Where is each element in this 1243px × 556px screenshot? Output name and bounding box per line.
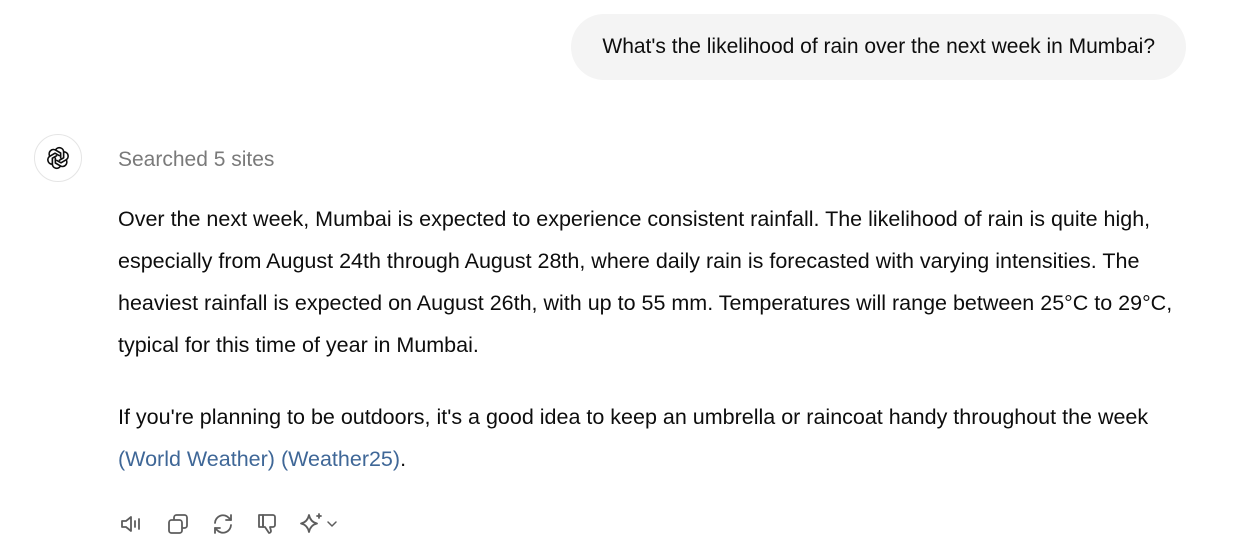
citation-link-weather25[interactable]: Weather25 xyxy=(288,447,393,471)
citation-close-paren: ) xyxy=(392,447,401,471)
openai-logo-icon xyxy=(45,145,71,171)
answer-paragraph-2: If you're planning to be outdoors, it's … xyxy=(118,396,1208,480)
user-message-text: What's the likelihood of rain over the n… xyxy=(602,35,1155,58)
copy-icon xyxy=(166,512,190,536)
search-status-text: Searched 5 sites xyxy=(118,148,275,171)
sparkle-model-icon xyxy=(297,511,343,537)
search-status-toggle[interactable]: Searched 5 sites xyxy=(118,146,274,174)
answer-paragraph-1: Over the next week, Mumbai is expected t… xyxy=(118,207,1173,357)
citation-link-world-weather[interactable]: World Weather xyxy=(125,447,268,471)
copy-button[interactable] xyxy=(161,508,195,540)
regenerate-button[interactable] xyxy=(206,508,240,540)
read-aloud-icon xyxy=(119,512,147,536)
chat-page: What's the likelihood of rain over the n… xyxy=(0,0,1243,556)
thumbs-down-button[interactable] xyxy=(251,508,285,540)
citation-close-paren: ) xyxy=(267,447,275,471)
model-switch-button[interactable] xyxy=(296,508,344,540)
assistant-answer: Over the next week, Mumbai is expected t… xyxy=(118,198,1208,480)
answer-paragraph-2-text: If you're planning to be outdoors, it's … xyxy=(118,405,1149,429)
answer-paragraph-2-end: . xyxy=(400,447,407,471)
regenerate-icon xyxy=(211,512,235,536)
thumbs-down-icon xyxy=(256,512,280,536)
assistant-avatar xyxy=(34,134,82,182)
message-actions-bar xyxy=(116,508,355,540)
user-message-bubble: What's the likelihood of rain over the n… xyxy=(571,14,1186,80)
read-aloud-button[interactable] xyxy=(116,508,150,540)
